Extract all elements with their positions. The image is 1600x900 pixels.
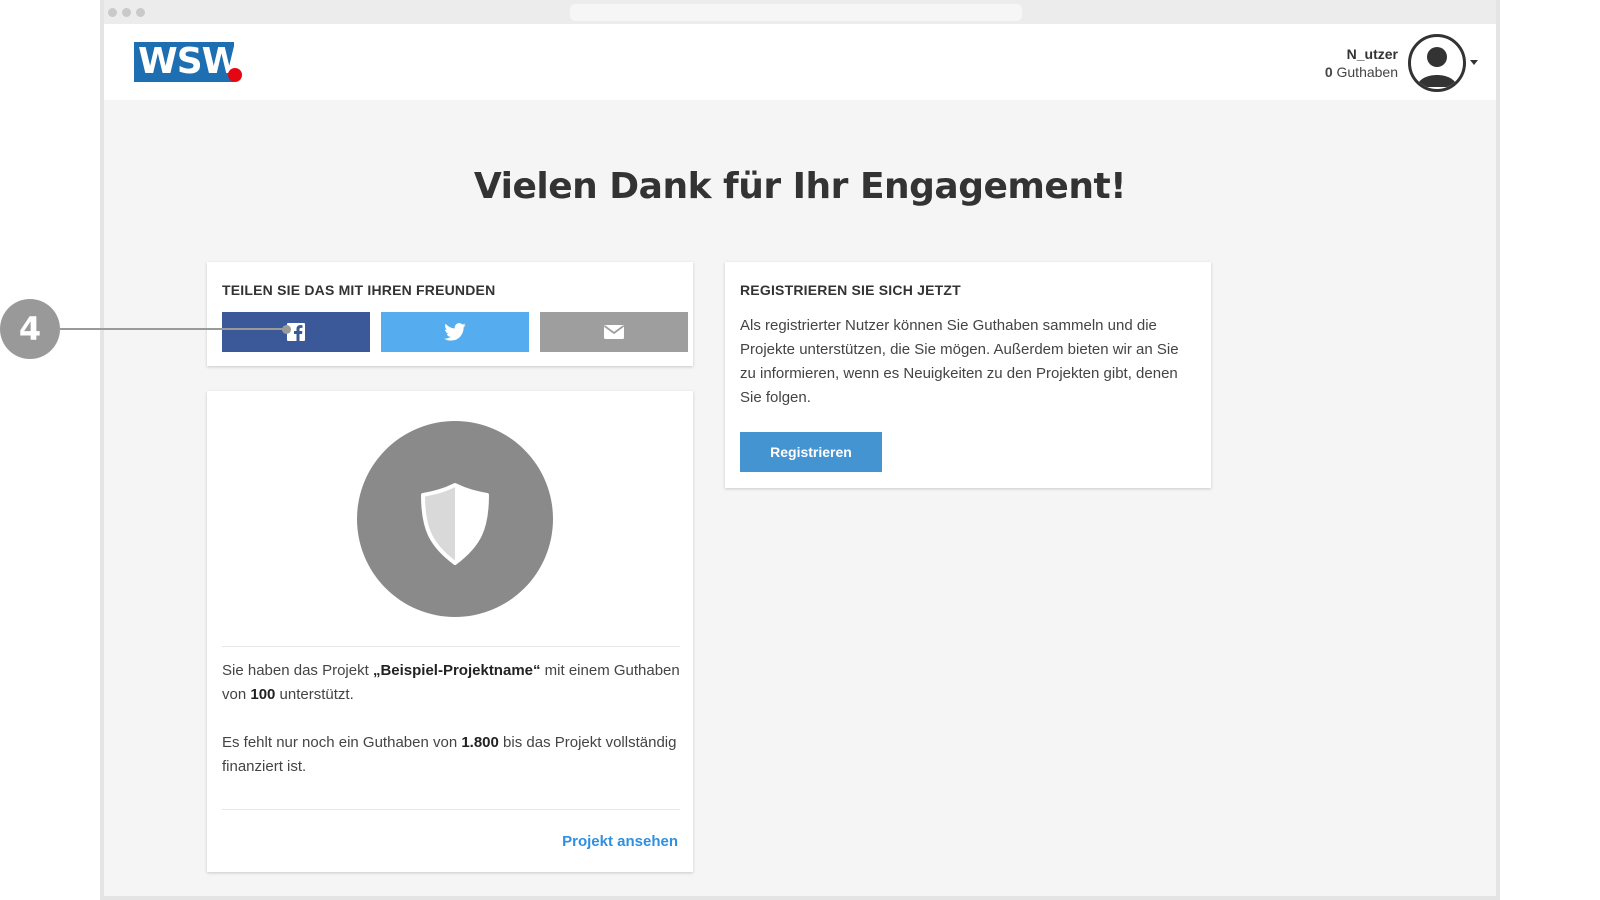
- support-amount: 100: [250, 686, 276, 703]
- support-summary: Sie haben das Projekt „Beispiel-Projektn…: [222, 659, 682, 707]
- user-avatar-icon: [1417, 47, 1457, 87]
- logo-text: WSW: [134, 42, 241, 82]
- chevron-down-icon[interactable]: [1470, 60, 1478, 65]
- site-header: WSW N_utzer 0 Guthaben: [104, 24, 1496, 100]
- browser-chrome: [104, 0, 1496, 24]
- divider: [222, 646, 680, 647]
- status-text: Es fehlt nur noch ein Guthaben von: [222, 734, 462, 751]
- logo-dot: [228, 68, 242, 82]
- wsw-logo[interactable]: WSW: [134, 42, 246, 86]
- share-heading: TEILEN SIE DAS MIT IHREN FREUNDEN: [222, 282, 496, 298]
- project-support-card: Sie haben das Projekt „Beispiel-Projektn…: [207, 391, 693, 872]
- summary-text: Sie haben das Projekt: [222, 662, 373, 679]
- credit-amount: 0: [1324, 64, 1333, 80]
- register-heading: REGISTRIEREN SIE SICH JETZT: [740, 282, 961, 298]
- summary-text: unterstützt.: [275, 686, 354, 703]
- email-share-button[interactable]: [540, 312, 688, 352]
- window-dot: [108, 8, 117, 17]
- funding-status: Es fehlt nur noch ein Guthaben von 1.800…: [222, 731, 682, 779]
- view-project-link[interactable]: Projekt ansehen: [562, 833, 678, 850]
- callout-line: [60, 328, 284, 330]
- share-card: TEILEN SIE DAS MIT IHREN FREUNDEN: [207, 262, 693, 366]
- window-dot: [136, 8, 145, 17]
- register-text: Als registrierter Nutzer können Sie Guth…: [740, 317, 1179, 406]
- register-card: REGISTRIEREN SIE SICH JETZT Als registri…: [725, 262, 1211, 488]
- address-bar[interactable]: [570, 4, 1022, 21]
- divider: [222, 809, 680, 810]
- twitter-icon: [444, 323, 466, 341]
- project-name: „Beispiel-Projektname“: [372, 662, 541, 679]
- callout-badge: 4: [0, 299, 60, 359]
- mail-icon: [604, 325, 624, 339]
- page-title: Vielen Dank für Ihr Engagement!: [473, 166, 1127, 207]
- credit-label: Guthaben: [1336, 64, 1399, 80]
- avatar[interactable]: [1408, 34, 1466, 92]
- user-name: N_utzer: [1346, 46, 1398, 62]
- missing-amount: 1.800: [461, 734, 499, 751]
- project-badge: [357, 421, 553, 617]
- twitter-share-button[interactable]: [381, 312, 529, 352]
- callout-end: [282, 325, 291, 334]
- register-button[interactable]: Registrieren: [740, 432, 882, 472]
- window-dot: [122, 8, 131, 17]
- user-menu[interactable]: N_utzer 0 Guthaben: [1278, 34, 1478, 92]
- shield-icon: [421, 483, 489, 565]
- facebook-share-button[interactable]: [222, 312, 370, 352]
- user-credit: 0 Guthaben: [1325, 64, 1398, 80]
